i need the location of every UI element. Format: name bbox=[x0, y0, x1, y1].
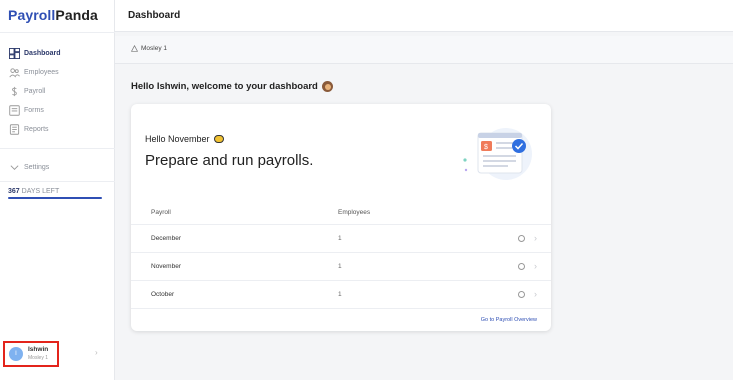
logo-text-part2: Panda bbox=[55, 7, 98, 23]
payroll-month: November bbox=[151, 263, 181, 270]
sidebar-item-label: Forms bbox=[24, 107, 44, 114]
sidebar: PayrollPanda Dashboard Employees Payroll bbox=[0, 0, 115, 380]
chevron-right-icon: › bbox=[534, 289, 537, 299]
table-row[interactable]: December 1 › bbox=[131, 225, 551, 253]
company-selector[interactable]: Mosley 1 bbox=[131, 45, 167, 52]
sidebar-item-label: Reports bbox=[24, 126, 49, 133]
svg-text:$: $ bbox=[484, 144, 488, 151]
chevron-right-icon: › bbox=[534, 233, 537, 243]
employee-count: 1 bbox=[338, 291, 342, 298]
days-left-count: 367 bbox=[8, 188, 20, 195]
payroll-month: October bbox=[151, 291, 175, 298]
divider bbox=[0, 181, 115, 182]
page-title: Dashboard bbox=[128, 10, 181, 21]
user-org: Mosley 1 bbox=[28, 355, 49, 361]
dollar-icon bbox=[8, 86, 20, 98]
logo-text-part1: Payroll bbox=[8, 7, 56, 23]
divider bbox=[0, 32, 115, 33]
app-logo[interactable]: PayrollPanda bbox=[8, 7, 98, 23]
sidebar-item-label: Dashboard bbox=[24, 50, 61, 57]
sidebar-item-reports[interactable]: Reports bbox=[8, 120, 108, 139]
column-header-payroll: Payroll bbox=[151, 209, 171, 216]
sidebar-item-dashboard[interactable]: Dashboard bbox=[8, 44, 108, 63]
status-circle-icon bbox=[518, 263, 525, 270]
user-profile-button[interactable]: I Ishwin Mosley 1 bbox=[3, 341, 59, 367]
dashboard-icon bbox=[8, 48, 20, 60]
payroll-illustration-icon: $ bbox=[463, 128, 532, 180]
employee-count: 1 bbox=[338, 263, 342, 270]
chevron-down-icon bbox=[8, 162, 20, 174]
breadcrumb: Mosley 1 bbox=[115, 36, 733, 64]
table-row[interactable]: October 1 › bbox=[131, 281, 551, 309]
days-left-text: 367 DAYS LEFT bbox=[8, 188, 59, 195]
card-headline: Prepare and run payrolls. bbox=[145, 152, 314, 169]
reports-icon bbox=[8, 124, 20, 136]
user-info: Ishwin Mosley 1 bbox=[28, 346, 48, 362]
payroll-month: December bbox=[151, 235, 181, 242]
table-row[interactable]: November 1 › bbox=[131, 253, 551, 281]
sidebar-item-label: Settings bbox=[24, 164, 50, 171]
sidebar-item-settings[interactable]: Settings bbox=[8, 158, 49, 177]
employees-icon bbox=[8, 67, 20, 79]
waving-emoji-icon bbox=[321, 81, 333, 92]
sidebar-item-forms[interactable]: Forms bbox=[8, 101, 108, 120]
month-greeting: Hello November bbox=[145, 134, 224, 144]
forms-icon bbox=[8, 105, 20, 117]
top-bar: Dashboard bbox=[115, 0, 733, 32]
sidebar-item-label: Employees bbox=[24, 69, 59, 76]
avatar: I bbox=[9, 347, 23, 361]
welcome-text: Hello Ishwin, welcome to your dashboard bbox=[131, 81, 318, 92]
days-left-progress bbox=[8, 197, 102, 199]
payroll-card: Hello November Prepare and run payrolls.… bbox=[131, 104, 551, 331]
table-header: Payroll Employees bbox=[131, 201, 551, 225]
sidebar-item-label: Payroll bbox=[24, 88, 46, 95]
user-name: Ishwin bbox=[28, 346, 49, 353]
bee-icon bbox=[213, 135, 224, 143]
sidebar-nav: Dashboard Employees Payroll Forms Report… bbox=[8, 44, 108, 139]
column-header-employees: Employees bbox=[338, 209, 371, 216]
sidebar-item-payroll[interactable]: Payroll bbox=[8, 82, 108, 101]
sidebar-item-employees[interactable]: Employees bbox=[8, 63, 108, 82]
warning-icon bbox=[131, 45, 138, 52]
payroll-overview-link[interactable]: Go to Payroll Overview bbox=[481, 317, 537, 323]
company-name: Mosley 1 bbox=[141, 45, 168, 52]
status-circle-icon bbox=[518, 291, 525, 298]
chevron-right-icon: › bbox=[534, 261, 537, 271]
divider bbox=[0, 148, 115, 149]
welcome-heading: Hello Ishwin, welcome to your dashboard bbox=[131, 81, 333, 92]
employee-count: 1 bbox=[338, 235, 342, 242]
month-greeting-text: Hello November bbox=[145, 134, 210, 144]
chevron-right-icon[interactable]: › bbox=[95, 348, 98, 357]
days-left-label: DAYS LEFT bbox=[19, 188, 60, 195]
status-circle-icon bbox=[518, 235, 525, 242]
